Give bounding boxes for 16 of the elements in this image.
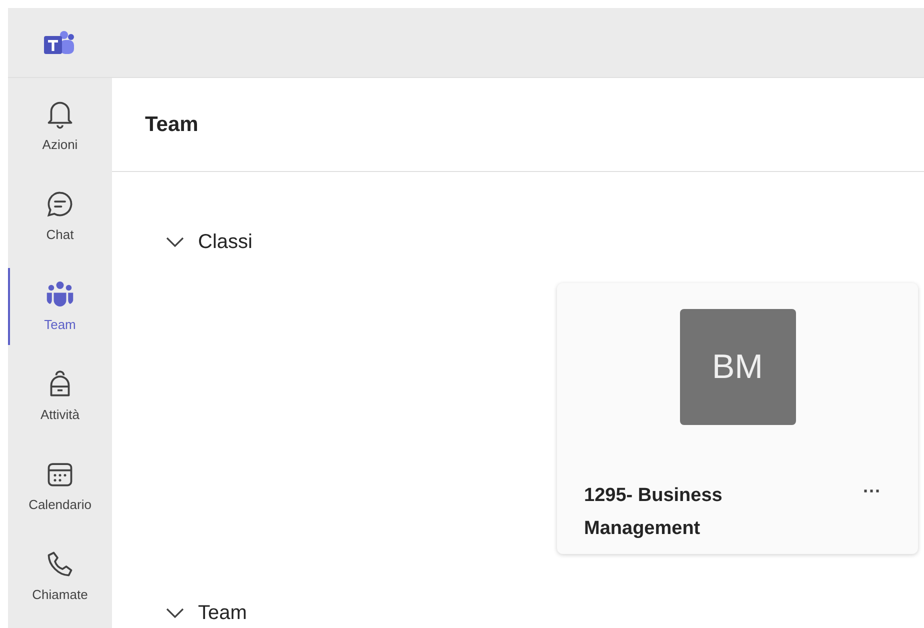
team-card[interactable]: BM 1295- Business Management ··· — [557, 283, 918, 554]
rail-item[interactable]: Chat — [46, 225, 74, 245]
people-icon — [45, 279, 75, 310]
section-header[interactable]: Classi — [198, 227, 252, 257]
rail-item[interactable]: Azioni — [42, 135, 78, 155]
chat-icon — [45, 189, 75, 220]
more-options-button[interactable]: ··· — [863, 479, 881, 503]
bell-icon — [45, 99, 75, 130]
page-title: Team — [145, 112, 198, 138]
rail-item[interactable]: Attività — [40, 405, 80, 425]
rail-item[interactable]: Team — [44, 315, 76, 335]
rail-item[interactable]: Calendario — [28, 495, 92, 515]
team-avatar: BM — [680, 309, 796, 425]
section-header[interactable]: Team — [198, 598, 247, 628]
team-name: 1295- Business Management — [584, 484, 724, 541]
rail-item[interactable]: Chiamate — [32, 585, 88, 605]
